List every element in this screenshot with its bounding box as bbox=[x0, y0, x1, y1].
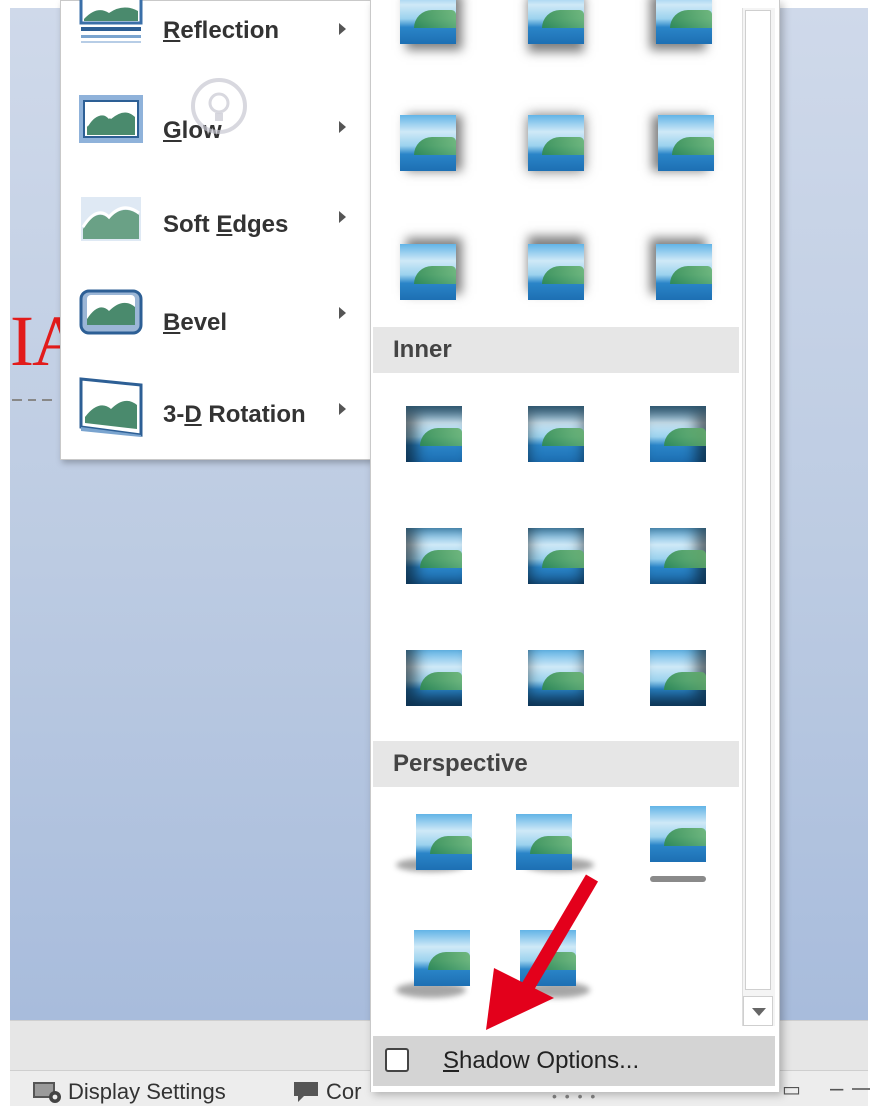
gallery-scroll-thumb[interactable] bbox=[745, 10, 771, 990]
watermark-logo bbox=[190, 62, 248, 140]
submenu-arrow-icon bbox=[339, 23, 346, 35]
reflection-icon bbox=[79, 0, 143, 43]
submenu-arrow-icon bbox=[339, 121, 346, 133]
shadow-preset-outer-2[interactable] bbox=[528, 0, 584, 44]
perspective-picture bbox=[416, 814, 472, 870]
shadow-options-checkbox-icon bbox=[385, 1048, 409, 1072]
display-settings-icon bbox=[33, 1082, 61, 1103]
view-icon[interactable]: ▭ bbox=[782, 1077, 801, 1102]
shadow-preset-outer-4[interactable] bbox=[400, 115, 456, 171]
perspective-picture bbox=[516, 814, 572, 870]
shadow-preset-inner-4[interactable] bbox=[406, 528, 462, 584]
reflection-label: Reflection bbox=[163, 17, 280, 44]
menu-item-3d-rotation[interactable]: 3-D Rotation bbox=[61, 371, 371, 461]
comments-label: Cor bbox=[326, 1079, 362, 1104]
menu-item-bevel[interactable]: Bevel bbox=[61, 275, 371, 365]
shadow-preset-inner-7[interactable] bbox=[406, 650, 462, 706]
3d-rotation-icon bbox=[79, 377, 143, 437]
submenu-arrow-icon bbox=[339, 307, 346, 319]
annotation-arrow-icon bbox=[486, 874, 599, 1030]
perspective-picture bbox=[650, 806, 706, 862]
perspective-shadow bbox=[650, 876, 706, 882]
bevel-label: Bevel bbox=[163, 309, 228, 336]
shadow-preset-outer-1[interactable] bbox=[400, 0, 456, 44]
zoom-out-button[interactable]: – bbox=[830, 1075, 843, 1103]
glow-icon bbox=[79, 95, 143, 143]
powerpoint-window: IA Display Settings Cor ▭ – Reflection G… bbox=[0, 0, 870, 1106]
shadow-preset-inner-9[interactable] bbox=[650, 650, 706, 706]
comments-button[interactable]: Cor bbox=[292, 1079, 361, 1105]
display-settings-button[interactable]: Display Settings bbox=[32, 1079, 226, 1105]
shadow-preset-inner-3[interactable] bbox=[650, 406, 706, 462]
window-left-edge bbox=[0, 0, 10, 1105]
bevel-icon bbox=[79, 289, 143, 335]
soft-edges-icon bbox=[81, 197, 141, 241]
scroll-down-arrow-icon[interactable] bbox=[743, 996, 773, 1026]
shadow-preset-inner-5[interactable] bbox=[528, 528, 584, 584]
menu-item-soft-edges[interactable]: Soft Edges bbox=[61, 179, 371, 269]
shadow-preset-inner-6[interactable] bbox=[650, 528, 706, 584]
zoom-slider[interactable] bbox=[852, 1088, 870, 1090]
submenu-arrow-icon bbox=[339, 211, 346, 223]
soft-edges-label: Soft Edges bbox=[163, 211, 289, 238]
3d-rotation-label: 3-D Rotation bbox=[163, 401, 306, 428]
resize-grip-icon[interactable]: • • • • bbox=[552, 1088, 597, 1104]
shadow-options-menu-item[interactable]: Shadow Options... bbox=[373, 1036, 775, 1086]
perspective-picture bbox=[414, 930, 470, 986]
shadow-preset-inner-8[interactable] bbox=[528, 650, 584, 706]
shadow-preset-inner-1[interactable] bbox=[406, 406, 462, 462]
section-header-inner: Inner bbox=[373, 327, 739, 373]
shadow-preset-inner-2[interactable] bbox=[528, 406, 584, 462]
display-settings-label: Display Settings bbox=[68, 1079, 226, 1104]
shadow-preset-outer-6[interactable] bbox=[658, 115, 714, 171]
shadow-preset-outer-9[interactable] bbox=[656, 244, 712, 300]
shadow-preset-outer-3[interactable] bbox=[656, 0, 712, 44]
slide-decoration bbox=[12, 399, 52, 401]
lightbulb-icon bbox=[191, 78, 247, 135]
shadow-preset-outer-5[interactable] bbox=[528, 115, 584, 171]
submenu-arrow-icon bbox=[339, 403, 346, 415]
shadow-preset-outer-8[interactable] bbox=[528, 244, 584, 300]
comments-icon bbox=[294, 1082, 318, 1102]
shadow-options-label: Shadow Options... bbox=[443, 1047, 640, 1074]
section-header-perspective: Perspective bbox=[373, 741, 739, 787]
shadow-preset-outer-7[interactable] bbox=[400, 244, 456, 300]
